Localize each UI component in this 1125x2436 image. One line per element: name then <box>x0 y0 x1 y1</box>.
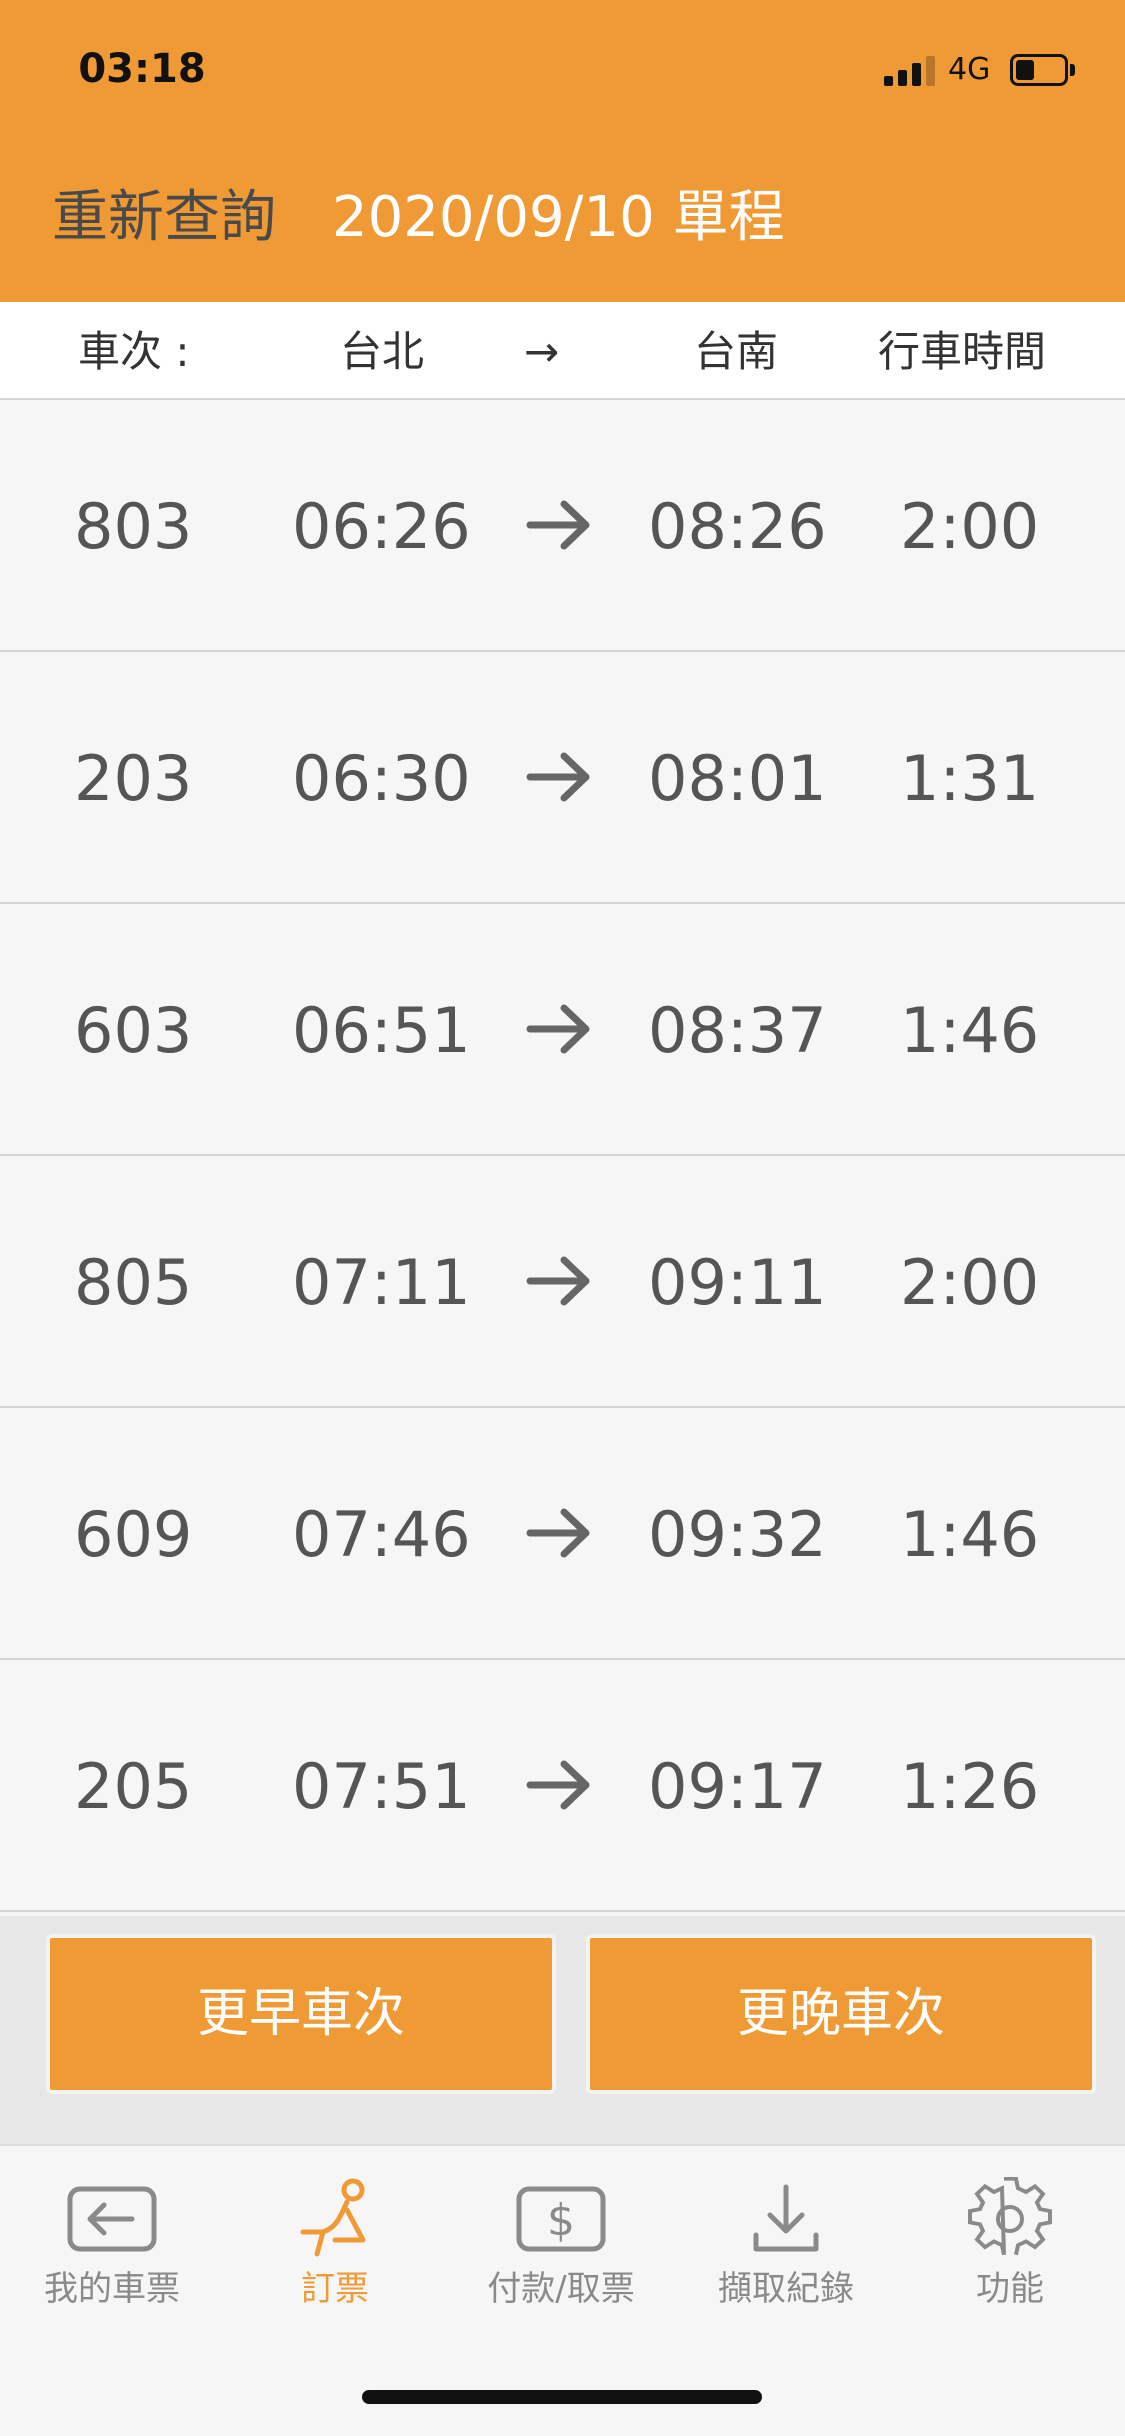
later-trains-button[interactable]: 更晚車次 <box>586 1934 1096 2094</box>
trip-date-title: 2020/09/10 單程 <box>332 185 785 250</box>
arrow-right-icon <box>524 1248 598 1318</box>
tab-booking[interactable]: 訂票 <box>290 2174 380 2324</box>
tab-label: 訂票 <box>301 2269 369 2309</box>
arrival-time: 09:32 <box>648 1498 827 1571</box>
arrow-right-icon <box>524 744 598 814</box>
train-row[interactable]: 603 06:51 08:37 1:46 <box>0 904 1125 1156</box>
payment-icon: $ <box>478 2174 644 2264</box>
tab-label: 我的車票 <box>44 2269 180 2309</box>
signal-strength-icon <box>884 54 940 86</box>
departure-time: 07:51 <box>292 1750 471 1823</box>
travel-duration: 2:00 <box>900 490 1040 563</box>
svg-text:$: $ <box>547 2195 575 2246</box>
tab-my-tickets[interactable]: 我的車票 <box>34 2174 190 2324</box>
train-row[interactable]: 803 06:26 08:26 2:00 <box>0 400 1125 652</box>
tab-retrieve-records[interactable]: 擷取紀錄 <box>708 2174 864 2324</box>
arrival-time: 08:26 <box>648 490 827 563</box>
column-train: 車次 : <box>78 327 190 376</box>
status-indicators: 4G <box>880 44 1090 96</box>
train-number: 603 <box>74 994 193 1067</box>
train-number: 205 <box>74 1750 193 1823</box>
tab-payment[interactable]: $ 付款/取票 <box>478 2174 644 2324</box>
arrow-right-icon <box>524 1500 598 1570</box>
column-duration: 行車時間 <box>878 327 1047 376</box>
status-time: 03:18 <box>78 46 206 92</box>
page-title: 重新查詢 2020/09/10 單程 <box>52 178 812 258</box>
my-tickets-icon <box>34 2174 190 2264</box>
column-arrow: → <box>524 327 560 376</box>
train-row[interactable]: 805 07:11 09:11 2:00 <box>0 1156 1125 1408</box>
tab-label: 付款/取票 <box>487 2269 635 2309</box>
tab-functions[interactable]: 功能 <box>962 2174 1058 2324</box>
travel-duration: 1:46 <box>900 1498 1040 1571</box>
column-destination: 台南 <box>694 327 779 376</box>
train-row[interactable]: 203 06:30 08:01 1:31 <box>0 652 1125 904</box>
arrival-time: 09:11 <box>648 1246 827 1319</box>
arrival-time: 08:37 <box>648 994 827 1067</box>
departure-time: 06:51 <box>292 994 471 1067</box>
requery-link[interactable]: 重新查詢 <box>52 178 276 258</box>
travel-duration: 1:31 <box>900 742 1040 815</box>
home-indicator[interactable] <box>362 2390 762 2404</box>
header-bar: 03:18 4G 重新查詢 2020/09/10 單程 <box>0 0 1125 302</box>
tab-label: 功能 <box>976 2269 1044 2309</box>
travel-duration: 1:26 <box>900 1750 1040 1823</box>
column-origin: 台北 <box>340 327 425 376</box>
train-number: 609 <box>74 1498 193 1571</box>
departure-time: 06:30 <box>292 742 471 815</box>
departure-time: 07:46 <box>292 1498 471 1571</box>
travel-duration: 1:46 <box>900 994 1040 1067</box>
arrival-time: 08:01 <box>648 742 827 815</box>
train-number: 805 <box>74 1246 193 1319</box>
train-row[interactable]: 609 07:46 09:32 1:46 <box>0 1408 1125 1660</box>
screen: 03:18 4G 重新查詢 2020/09/10 單程 車次 : 台北 → 台南… <box>0 0 1125 2436</box>
paging-buttons: 更早車次 更晚車次 <box>0 1916 1125 2144</box>
gear-icon <box>962 2174 1058 2264</box>
column-header: 車次 : 台北 → 台南 行車時間 <box>0 302 1125 400</box>
seat-icon <box>290 2174 380 2264</box>
earlier-trains-button[interactable]: 更早車次 <box>46 1934 556 2094</box>
arrow-right-icon <box>524 492 598 562</box>
departure-time: 06:26 <box>292 490 471 563</box>
train-number: 203 <box>74 742 193 815</box>
departure-time: 07:11 <box>292 1246 471 1319</box>
arrow-right-icon <box>524 1752 598 1822</box>
arrow-right-icon <box>524 996 598 1066</box>
network-type: 4G <box>948 52 991 87</box>
train-list: 803 06:26 08:26 2:00 203 06:30 08:01 1:3… <box>0 400 1125 1912</box>
download-icon <box>708 2174 864 2264</box>
train-row[interactable]: 205 07:51 09:17 1:26 <box>0 1660 1125 1912</box>
train-number: 803 <box>74 490 193 563</box>
arrival-time: 09:17 <box>648 1750 827 1823</box>
tab-bar: 我的車票 訂票 $ 付款/取票 擷取紀錄 功能 <box>0 2144 1125 2332</box>
travel-duration: 2:00 <box>900 1246 1040 1319</box>
battery-icon <box>1010 54 1075 86</box>
bottom-safe-area <box>0 2332 1125 2436</box>
tab-label: 擷取紀錄 <box>718 2269 854 2309</box>
